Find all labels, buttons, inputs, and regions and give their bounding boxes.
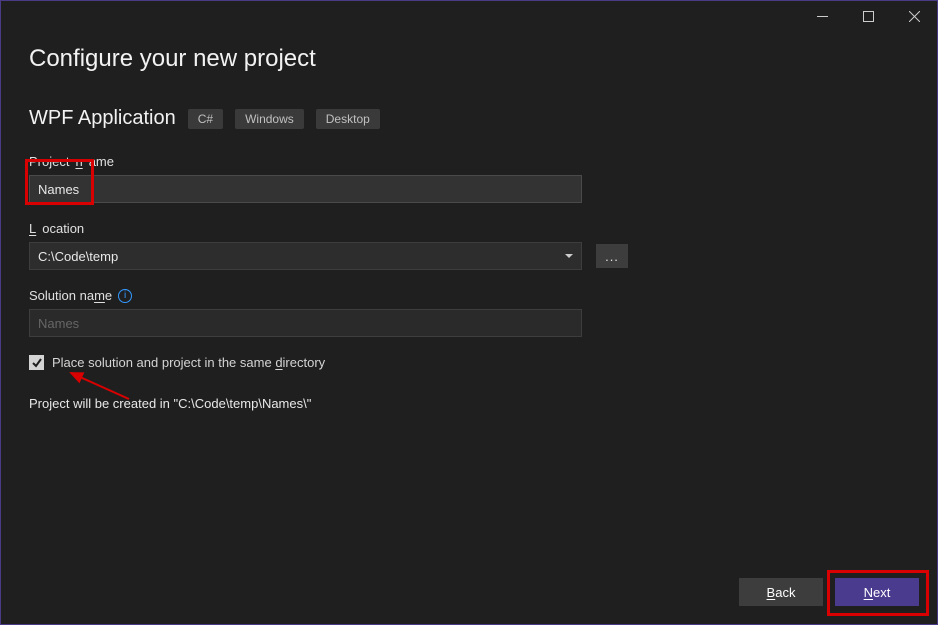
close-button[interactable] [891,1,937,31]
same-directory-checkbox-row: Place solution and project in the same d… [29,355,909,370]
minimize-button[interactable] [799,1,845,31]
location-group: Location C:\Code\temp ... [29,221,909,270]
solution-name-input [29,309,582,337]
tag-desktop: Desktop [316,109,380,129]
back-button[interactable]: Back [739,578,823,606]
maximize-button[interactable] [845,1,891,31]
info-icon[interactable]: i [118,289,132,303]
next-button[interactable]: Next [835,578,919,606]
location-label: Location [29,221,909,236]
template-header: WPF Application C# Windows Desktop [29,107,909,130]
tag-csharp: C# [188,109,223,129]
titlebar [1,1,937,33]
main-content: Configure your new project WPF Applicati… [1,45,937,411]
project-path-summary: Project will be created in "C:\Code\temp… [29,396,909,411]
page-title: Configure your new project [29,45,909,73]
project-name-label: Project name [29,154,909,169]
project-name-group: Project name [29,154,909,203]
location-dropdown[interactable]: C:\Code\temp [29,242,582,270]
footer-buttons: Back Next [739,578,919,606]
window-controls [799,1,937,31]
tag-windows: Windows [235,109,304,129]
project-name-input[interactable] [29,175,582,203]
browse-button[interactable]: ... [596,244,628,268]
solution-name-group: Solution name i [29,288,909,337]
template-name: WPF Application [29,107,176,130]
chevron-down-icon [565,254,573,258]
solution-name-label: Solution name i [29,288,909,303]
location-value: C:\Code\temp [38,249,118,264]
same-directory-label: Place solution and project in the same d… [52,355,325,370]
same-directory-checkbox[interactable] [29,355,44,370]
